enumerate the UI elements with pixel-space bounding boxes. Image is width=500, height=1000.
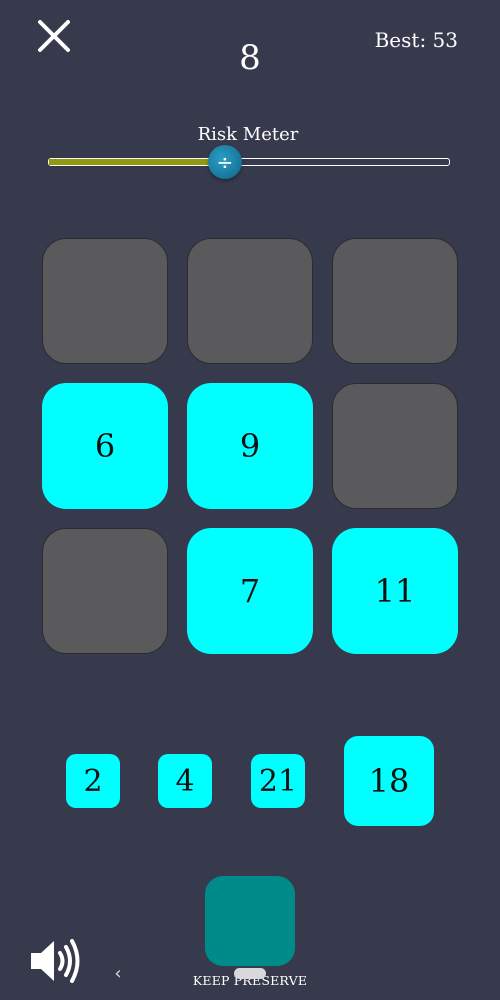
hand-tile-value: 21 — [258, 763, 298, 799]
board-tile[interactable]: 11 — [332, 528, 458, 654]
hand-tile[interactable]: 21 — [251, 754, 305, 808]
tile-value: 11 — [374, 572, 416, 610]
tile-value: 9 — [239, 427, 261, 465]
divide-icon: ÷ — [216, 150, 234, 174]
hand-tile-value: 18 — [368, 762, 410, 800]
tile-value: 6 — [94, 427, 116, 465]
risk-meter-track[interactable] — [48, 158, 450, 166]
board-tile[interactable] — [187, 238, 313, 364]
hand-tile[interactable]: 2 — [66, 754, 120, 808]
hand-tile-selected[interactable]: 18 — [344, 736, 434, 826]
board-tile[interactable] — [332, 383, 458, 509]
board-tile[interactable] — [42, 238, 168, 364]
board-tile[interactable] — [332, 238, 458, 364]
board-tile[interactable]: 7 — [187, 528, 313, 654]
board-tile[interactable]: 9 — [187, 383, 313, 509]
hand-tile-value: 4 — [175, 763, 195, 799]
board-tile[interactable]: 6 — [42, 383, 168, 509]
risk-meter-thumb[interactable]: ÷ — [207, 145, 242, 179]
risk-meter-fill — [49, 159, 225, 165]
board-tile[interactable] — [42, 528, 168, 654]
sound-toggle-button[interactable] — [28, 936, 84, 986]
keep-preserve-slot[interactable] — [205, 876, 295, 966]
hand-tile-value: 2 — [83, 763, 103, 799]
best-score: Best: 53 — [374, 28, 458, 52]
chevron-left-icon[interactable]: ‹ — [110, 962, 126, 986]
hand-tile[interactable]: 4 — [158, 754, 212, 808]
home-indicator[interactable] — [234, 968, 266, 979]
risk-meter-label: Risk Meter — [197, 124, 299, 145]
tile-value: 7 — [239, 572, 261, 610]
speaker-volume-icon — [31, 939, 80, 983]
